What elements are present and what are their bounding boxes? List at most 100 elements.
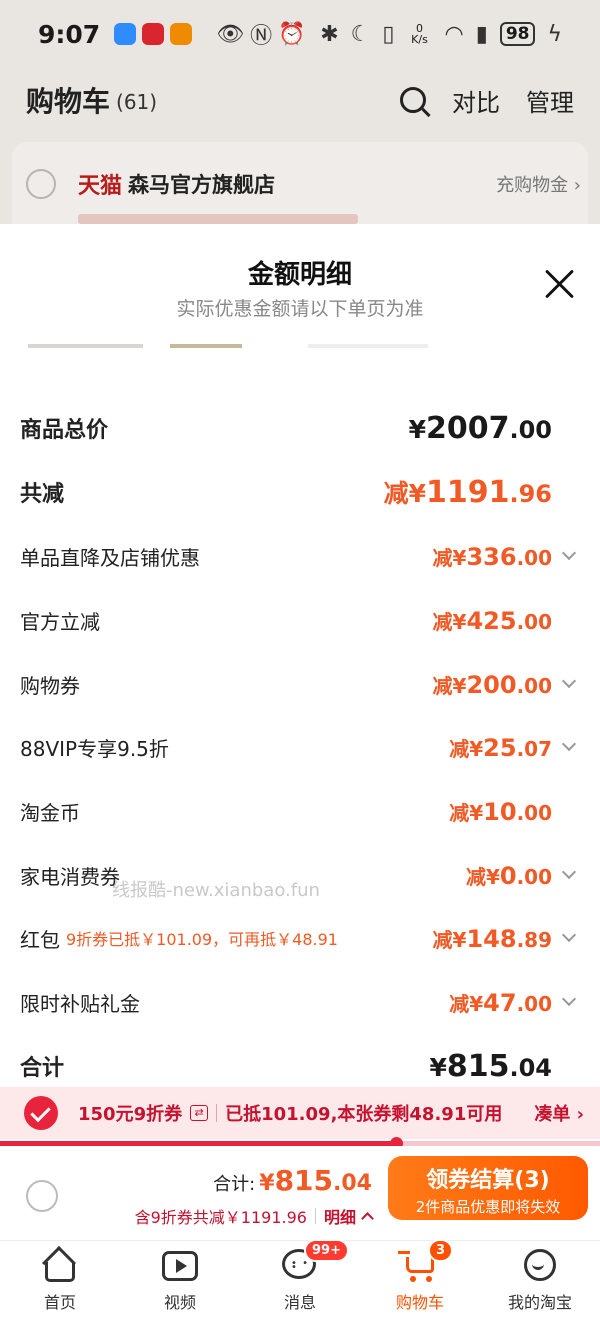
profile-face-icon — [522, 1249, 558, 1283]
tab-label: 购物车 — [395, 1293, 444, 1312]
row-amount: 减 ¥ 1191 .96 — [383, 475, 552, 510]
tab-label: 消息 — [283, 1293, 316, 1312]
add-items-link[interactable]: 凑单 › — [534, 1100, 584, 1126]
app-notification-icon — [170, 23, 193, 45]
row-label: 淘金币 — [20, 800, 80, 825]
background-cart-page: 9:07 👁 Ⓝ ⏰ ✱ ☾ ▯ 0 K/s ◠ ▮ 98 ϟ 购物车 (61)… — [0, 0, 600, 224]
select-all-radio[interactable] — [26, 1180, 58, 1212]
row-official-discount: 官方立减 减 ¥ 425 .00 — [20, 600, 580, 640]
status-time: 9:07 — [38, 19, 101, 49]
store-row: 天猫 森马官方旗舰店 充购物金 › — [26, 168, 581, 200]
row-amount: ¥ 815 .04 — [429, 1048, 552, 1084]
tmall-logo: 天猫 — [78, 174, 123, 199]
tab-label: 我的淘宝 — [507, 1293, 572, 1312]
chevron-up-icon[interactable] — [361, 1212, 374, 1225]
row-88vip[interactable]: 88VIP专享9.5折 减 ¥ 25 .07 — [20, 727, 580, 767]
battery-level: 98 — [499, 22, 536, 46]
product-thumbnail[interactable] — [28, 344, 143, 348]
check-icon[interactable] — [24, 1096, 58, 1130]
product-thumbnail[interactable] — [308, 344, 428, 348]
message-icon: • • • 99+ — [282, 1239, 349, 1283]
row-amount: 减 ¥ 200 .00 — [432, 670, 552, 699]
nfc-icon: Ⓝ — [250, 24, 273, 49]
detail-toggle[interactable]: 明细 — [324, 1204, 356, 1228]
row-label: 官方立减 — [20, 609, 100, 634]
bluetooth-icon: ✱ — [320, 21, 339, 47]
chevron-down-icon[interactable] — [561, 545, 577, 561]
row-subsidy[interactable]: 限时补贴礼金 减 ¥ 47 .00 — [20, 982, 580, 1022]
row-amount: 减 ¥ 336 .00 — [432, 542, 552, 571]
row-subtotal: 商品总价 ¥ 2007 .00 — [20, 408, 580, 448]
product-thumbnail[interactable] — [170, 344, 242, 348]
store-select-radio[interactable] — [26, 169, 56, 199]
cart-icon: 3 — [398, 1239, 454, 1283]
tab-label: 首页 — [43, 1293, 76, 1312]
signal-icon: ▮ — [475, 21, 488, 47]
video-icon — [162, 1249, 198, 1283]
row-taojinbi: 淘金币 减 ¥ 10 .00 — [20, 791, 580, 831]
tab-my-taobao[interactable]: 我的淘宝 — [480, 1241, 600, 1318]
compare-button[interactable]: 对比 — [452, 83, 500, 118]
row-total: 合计 ¥ 815 .04 — [20, 1046, 580, 1086]
promo-text-partial — [78, 214, 358, 224]
row-label: 限时补贴礼金 — [20, 991, 140, 1016]
row-amount: 减 ¥ 10 .00 — [449, 797, 552, 826]
moon-icon: ☾ — [350, 21, 371, 47]
watermark-text: 线报酷-new.xianbao.fun — [112, 880, 320, 901]
chevron-down-icon[interactable] — [561, 991, 577, 1007]
checkout-button[interactable]: 领券结算(3) 2件商品优惠即将失效 — [388, 1156, 588, 1220]
row-shop-discount[interactable]: 单品直降及店铺优惠 减 ¥ 336 .00 — [20, 536, 580, 576]
product-thumbnails — [28, 344, 448, 350]
tab-cart[interactable]: 3 购物车 — [360, 1239, 480, 1318]
row-label: 购物券 — [20, 673, 80, 698]
search-icon[interactable] — [400, 87, 426, 113]
close-icon[interactable] — [544, 268, 576, 300]
row-red-packet[interactable]: 红包 9折券已抵￥101.09，可再抵￥48.91 减 ¥ 148 .89 — [20, 918, 580, 958]
coupon-bar: 150元9折券 ⇄ 已抵101.09,本张券剩48.91可用 凑单 › — [0, 1087, 600, 1139]
coupon-name: 150元9折券 — [78, 1104, 183, 1125]
row-amount: 减 ¥ 25 .07 — [449, 733, 552, 762]
row-amount: 减 ¥ 0 .00 — [465, 861, 552, 890]
checkout-button-sub: 2件商品优惠即将失效 — [415, 1198, 561, 1216]
row-shopping-voucher[interactable]: 购物券 减 ¥ 200 .00 — [20, 664, 580, 704]
divider — [314, 1208, 316, 1224]
discount-text: 含9折券共减￥1191.96 — [134, 1208, 307, 1227]
total-line: 合计: ¥ 815 .04 — [213, 1164, 372, 1197]
row-label: 88VIP专享9.5折 — [20, 736, 169, 761]
sheet-title: 金额明细 — [247, 260, 352, 290]
sheet-subtitle: 实际优惠金额请以下单页为准 — [176, 298, 424, 320]
chevron-down-icon[interactable] — [561, 927, 577, 943]
tab-home[interactable]: 首页 — [0, 1241, 120, 1318]
total-amount: ¥ 815 .04 — [259, 1164, 372, 1197]
chevron-down-icon[interactable] — [561, 864, 577, 880]
home-icon — [42, 1246, 78, 1283]
network-speed: 0 K/s — [411, 22, 428, 46]
coupon-info: 已抵101.09,本张券剩48.91可用 — [225, 1104, 503, 1125]
red-packet-note: 9折券已抵￥101.09，可再抵￥48.91 — [66, 930, 338, 949]
divider — [216, 1104, 218, 1122]
cart-badge: 3 — [428, 1239, 454, 1262]
row-amount: ¥ 2007 .00 — [408, 410, 552, 446]
row-amount: 减 ¥ 47 .00 — [449, 988, 552, 1017]
vibrate-icon: ▯ — [382, 21, 395, 47]
manage-button[interactable]: 管理 — [526, 83, 574, 118]
discount-line: 含9折券共减￥1191.96 明细 — [134, 1204, 374, 1228]
charging-icon: ϟ — [547, 21, 562, 47]
chevron-down-icon[interactable] — [561, 673, 577, 689]
tab-video[interactable]: 视频 — [120, 1241, 240, 1318]
tab-messages[interactable]: • • • 99+ 消息 — [240, 1239, 360, 1318]
row-label: 单品直降及店铺优惠 — [20, 545, 200, 570]
swap-icon[interactable]: ⇄ — [190, 1105, 209, 1121]
total-label: 合计: — [213, 1174, 256, 1195]
store-name[interactable]: 森马官方旗舰店 — [128, 169, 275, 199]
cart-header: 购物车 (61) 对比 管理 — [0, 70, 600, 130]
row-label: 家电消费券 — [20, 864, 120, 889]
row-amount: 减 ¥ 148 .89 — [432, 924, 552, 953]
cart-count: (61) — [116, 90, 158, 114]
bottom-tab-bar: 首页 视频 • • • 99+ 消息 3 购物车 我的淘宝 — [0, 1239, 600, 1318]
chevron-down-icon[interactable] — [561, 736, 577, 752]
cart-title: 购物车 — [26, 85, 111, 118]
store-topup-link[interactable]: 充购物金 › — [496, 171, 581, 197]
app-notification-icon — [142, 23, 165, 45]
row-label: 商品总价 — [20, 418, 109, 443]
